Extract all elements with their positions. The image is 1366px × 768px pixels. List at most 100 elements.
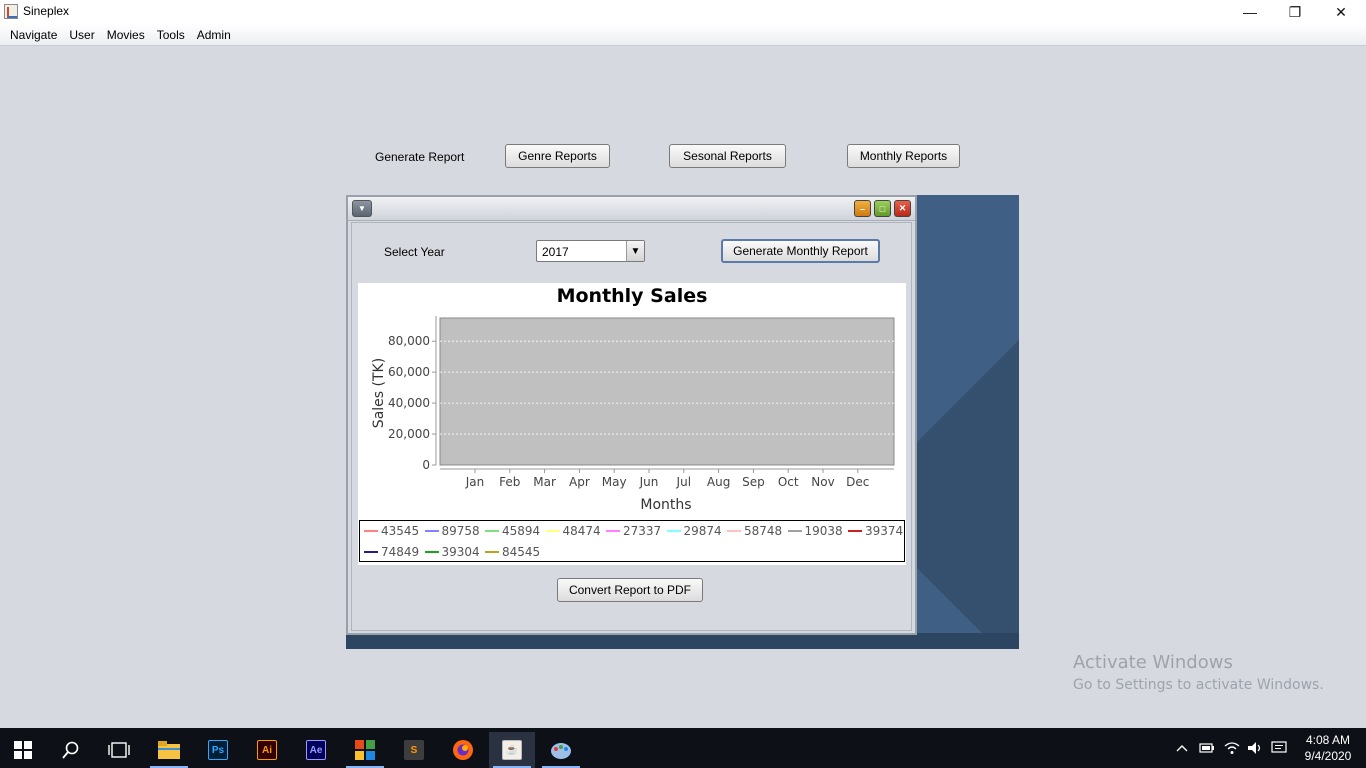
illustrator-icon[interactable]: Ai (244, 732, 290, 768)
legend-label: 39374 (865, 524, 904, 538)
chart-svg: Sales (TK) Months 0 20,000 40,000 60,000 80,… (371, 316, 895, 513)
legend-item: 43545 (364, 524, 419, 538)
y-tick-label: 20,000 (388, 427, 430, 441)
taskbar: Ps Ai Ae S ☕ 4:08 AM 9/4/2020 (0, 728, 1366, 768)
legend-item: 84545 (485, 545, 540, 559)
menu-bar: Navigate User Movies Tools Admin (0, 24, 1366, 46)
menu-movies[interactable]: Movies (101, 25, 151, 45)
menu-admin[interactable]: Admin (191, 25, 237, 45)
dropdown-arrow-icon[interactable]: ▼ (626, 241, 644, 261)
legend-label: 89758 (441, 524, 480, 538)
menu-user[interactable]: User (63, 25, 100, 45)
x-tick-label: Sep (742, 475, 765, 489)
x-axis-label: Months (640, 497, 691, 513)
legend-swatch (545, 530, 560, 532)
clock-time: 4:08 AM (1305, 733, 1351, 747)
window-title-bar: Sineplex — ❐ ✕ (0, 0, 1366, 24)
minimize-icon[interactable]: — (1227, 0, 1273, 24)
search-icon[interactable] (48, 732, 94, 768)
legend-swatch (424, 530, 439, 532)
chart-legend: 43545 89758 45894 48474 27337 29874 58748 19038… (359, 520, 905, 562)
clock-date: 9/4/2020 (1304, 749, 1352, 763)
x-tick-label: Jun (639, 475, 659, 489)
chevron-up-icon[interactable] (1172, 728, 1192, 768)
legend-item: 58748 (727, 524, 782, 538)
legend-item: 89758 (424, 524, 480, 538)
legend-item: 48474 (545, 524, 601, 538)
year-select[interactable]: 2017 ▼ (536, 240, 645, 262)
menu-tools[interactable]: Tools (151, 25, 191, 45)
volume-icon[interactable] (1245, 728, 1265, 768)
monthly-reports-button[interactable]: Monthly Reports (847, 144, 960, 168)
legend-label: 58748 (744, 524, 783, 538)
java-app-icon (4, 4, 18, 19)
legend-item: 39374 (848, 524, 903, 538)
legend-label: 39304 (441, 545, 480, 559)
legend-item: 29874 (666, 524, 722, 538)
select-year-label: Select Year (384, 245, 445, 259)
x-tick-label: Feb (499, 475, 520, 489)
legend-item: 27337 (606, 524, 661, 538)
watermark-line1: Activate Windows (1073, 652, 1233, 673)
legend-swatch (787, 530, 802, 532)
x-tick-label: Jan (465, 475, 485, 489)
wifi-icon[interactable] (1222, 728, 1242, 768)
taskbar-clock[interactable]: 4:08 AM 9/4/2020 (1292, 732, 1364, 764)
x-tick-label: Apr (569, 475, 590, 489)
window-title: Sineplex (23, 4, 70, 18)
x-tick-label: Oct (778, 475, 799, 489)
x-tick-label: May (602, 475, 627, 489)
legend-swatch (364, 551, 378, 553)
generate-monthly-report-button[interactable]: Generate Monthly Report (721, 239, 880, 263)
legend-swatch (666, 530, 681, 532)
legend-label: 43545 (381, 524, 420, 538)
legend-swatch (848, 530, 862, 532)
notification-icon[interactable] (1269, 728, 1289, 768)
activate-windows-watermark: Activate Windows Go to Settings to activ… (1073, 652, 1324, 693)
legend-item: 19038 (787, 524, 843, 538)
legend-item: 74849 (364, 545, 419, 559)
x-tick-label: Mar (533, 475, 556, 489)
legend-swatch (485, 530, 499, 532)
y-tick-label: 60,000 (388, 365, 430, 379)
frame-title-bar[interactable]: ▼ – □ ✕ (348, 197, 915, 221)
convert-pdf-button[interactable]: Convert Report to PDF (557, 578, 703, 602)
app-tiles-icon[interactable] (342, 732, 388, 768)
legend-label: 84545 (502, 545, 541, 559)
x-tick-label: Aug (707, 475, 730, 489)
legend-label: 45894 (502, 524, 541, 538)
legend-label: 19038 (804, 524, 843, 538)
paint-icon[interactable] (538, 732, 584, 768)
legend-swatch (424, 551, 439, 553)
battery-icon[interactable] (1197, 728, 1217, 768)
legend-label: 27337 (623, 524, 662, 538)
menu-navigate[interactable]: Navigate (4, 25, 63, 45)
firefox-icon[interactable] (440, 732, 486, 768)
y-tick-label: 0 (422, 458, 430, 472)
restore-icon[interactable]: ❐ (1272, 0, 1318, 24)
task-view-icon[interactable] (96, 732, 142, 768)
genre-reports-button[interactable]: Genre Reports (505, 144, 610, 168)
close-icon[interactable]: ✕ (1318, 0, 1364, 24)
x-tick-label: Jul (676, 475, 691, 489)
after-effects-icon[interactable]: Ae (293, 732, 339, 768)
frame-maximize-icon[interactable]: □ (874, 200, 891, 217)
watermark-line2: Go to Settings to activate Windows. (1073, 677, 1324, 693)
x-tick-label: Nov (811, 475, 834, 489)
frame-minimize-icon[interactable]: – (854, 200, 871, 217)
legend-label: 74849 (381, 545, 420, 559)
start-icon[interactable] (0, 732, 46, 768)
frame-menu-icon[interactable]: ▼ (352, 200, 372, 217)
frame-close-icon[interactable]: ✕ (894, 200, 911, 217)
photoshop-icon[interactable]: Ps (195, 732, 241, 768)
y-axis-label: Sales (TK) (371, 358, 387, 428)
year-select-value: 2017 (542, 245, 569, 259)
legend-item: 39304 (424, 545, 480, 559)
sublime-text-icon[interactable]: S (391, 732, 437, 768)
legend-swatch (485, 551, 499, 553)
seasonal-reports-button[interactable]: Sesonal Reports (669, 144, 786, 168)
legend-swatch (364, 530, 378, 532)
java-icon[interactable]: ☕ (489, 732, 535, 768)
file-explorer-icon[interactable] (146, 732, 192, 768)
y-tick-label: 40,000 (388, 396, 430, 410)
